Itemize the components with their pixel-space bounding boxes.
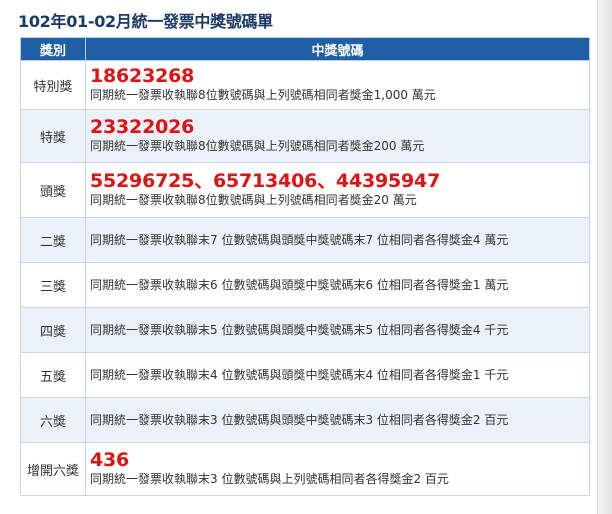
window-scrollbar-edge[interactable]	[597, 0, 612, 514]
table-row: 特獎 23322026 同期統一發票收執聯8位數號碼與上列號碼相同者獎金200 …	[20, 109, 590, 163]
winning-number: 18623268	[90, 65, 195, 87]
winning-number: 436	[90, 449, 130, 471]
prize-description: 同期統一發票收執聯8位數號碼與上列號碼相同者獎金1,000 萬元	[90, 88, 436, 102]
header-numbers: 中獎號碼	[85, 37, 590, 61]
winning-number: 23322026	[90, 116, 195, 138]
table-row: 六獎 同期統一發票收執聯末3 位數號碼與頭獎中獎號碼末3 位相同者各得獎金2 百…	[20, 397, 590, 443]
prize-description: 同期統一發票收執聯8位數號碼與上列號碼相同者獎金20 萬元	[90, 193, 417, 207]
prize-description: 同期統一發票收執聯末7 位數號碼與頭獎中獎號碼末7 位相同者各得獎金4 萬元	[90, 232, 509, 247]
prize-description: 同期統一發票收執聯末5 位數號碼與頭獎中獎號碼末5 位相同者各得獎金4 千元	[90, 322, 509, 337]
row-category: 五獎	[20, 352, 86, 398]
table-header: 獎別 中獎號碼	[20, 37, 590, 61]
row-category: 增開六獎	[20, 442, 86, 496]
table-row: 頭獎 55296725、65713406、44395947 同期統一發票收執聯8…	[20, 162, 590, 218]
prize-description: 同期統一發票收執聯8位數號碼與上列號碼相同者獎金200 萬元	[90, 139, 425, 153]
table-row: 五獎 同期統一發票收執聯末4 位數號碼與頭獎中獎號碼末4 位相同者各得獎金1 千…	[20, 352, 590, 398]
table-row: 增開六獎 436 同期統一發票收執聯末3 位數號碼與上列號碼相同者各得獎金2 百…	[20, 442, 590, 496]
row-category: 三獎	[20, 262, 86, 308]
row-category: 特獎	[20, 109, 86, 163]
row-category: 六獎	[20, 397, 86, 443]
row-category: 二獎	[20, 217, 86, 263]
prize-table: 獎別 中獎號碼 特別獎 18623268 同期統一發票收執聯8位數號碼與上列號碼…	[20, 37, 590, 496]
prize-description: 同期統一發票收執聯末3 位數號碼與上列號碼相同者各得獎金2 百元	[90, 472, 449, 486]
row-category: 特別獎	[20, 60, 86, 110]
page-title: 102年01-02月統一發票中獎號碼單	[18, 12, 273, 31]
prize-description: 同期統一發票收執聯末3 位數號碼與頭獎中獎號碼末3 位相同者各得獎金2 百元	[90, 412, 509, 427]
table-row: 四獎 同期統一發票收執聯末5 位數號碼與頭獎中獎號碼末5 位相同者各得獎金4 千…	[20, 307, 590, 353]
table-row: 三獎 同期統一發票收執聯末6 位數號碼與頭獎中獎號碼末6 位相同者各得獎金1 萬…	[20, 262, 590, 308]
prize-description: 同期統一發票收執聯末6 位數號碼與頭獎中獎號碼末6 位相同者各得獎金1 萬元	[90, 277, 509, 292]
winning-number: 55296725、65713406、44395947	[90, 170, 441, 192]
row-category: 頭獎	[20, 162, 86, 218]
prize-description: 同期統一發票收執聯末4 位數號碼與頭獎中獎號碼末4 位相同者各得獎金1 千元	[90, 367, 509, 382]
table-row: 二獎 同期統一發票收執聯末7 位數號碼與頭獎中獎號碼末7 位相同者各得獎金4 萬…	[20, 217, 590, 263]
table-row: 特別獎 18623268 同期統一發票收執聯8位數號碼與上列號碼相同者獎金1,0…	[20, 60, 590, 110]
row-category: 四獎	[20, 307, 86, 353]
header-category: 獎別	[20, 37, 86, 61]
